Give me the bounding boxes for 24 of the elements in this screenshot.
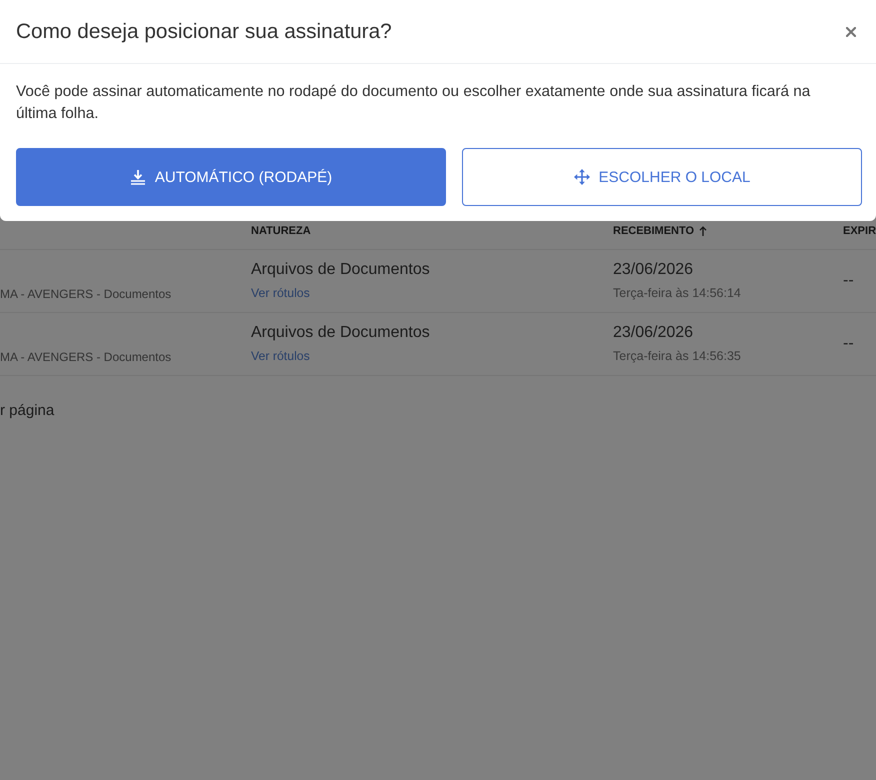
- column-header[interactable]: RECEBIMENTO: [613, 225, 694, 237]
- page-size-label: r página: [0, 402, 54, 419]
- view-labels-link[interactable]: Ver rótulos: [251, 286, 310, 300]
- table-cell: MA - AVENGERS - Documentos: [0, 287, 172, 301]
- dialog-message: Você pode assinar automaticamente no rodapé do documento ou escolher exatamente onde sua assinatura ficará na última folha.: [16, 82, 812, 124]
- dialog-title: Como deseja posicionar sua assinatura?: [16, 20, 392, 44]
- table-cell: Arquivos de Documentos: [251, 324, 430, 342]
- table-cell: MA - AVENGERS - Documentos: [0, 350, 172, 364]
- table-cell: --: [843, 335, 854, 353]
- table-cell: Arquivos de Documentos: [251, 261, 430, 279]
- table-cell: Terça-feira às 14:56:14: [613, 286, 741, 300]
- close-button[interactable]: [844, 24, 858, 38]
- move-icon: [574, 169, 590, 185]
- table-cell: --: [843, 272, 854, 290]
- table-cell: 23/06/2026: [613, 324, 694, 342]
- download-icon: [130, 169, 146, 185]
- column-header[interactable]: EXPIR: [843, 225, 876, 237]
- table-cell: 23/06/2026: [613, 261, 694, 279]
- position-option-button[interactable]: AUTOMÁTICO (RODAPÉ): [16, 148, 446, 206]
- position-option-button[interactable]: ESCOLHER O LOCAL: [462, 148, 862, 206]
- close-icon: [846, 26, 856, 36]
- column-header[interactable]: NATUREZA: [251, 225, 311, 237]
- table-cell: Terça-feira às 14:56:35: [613, 349, 741, 363]
- view-labels-link[interactable]: Ver rótulos: [251, 349, 310, 363]
